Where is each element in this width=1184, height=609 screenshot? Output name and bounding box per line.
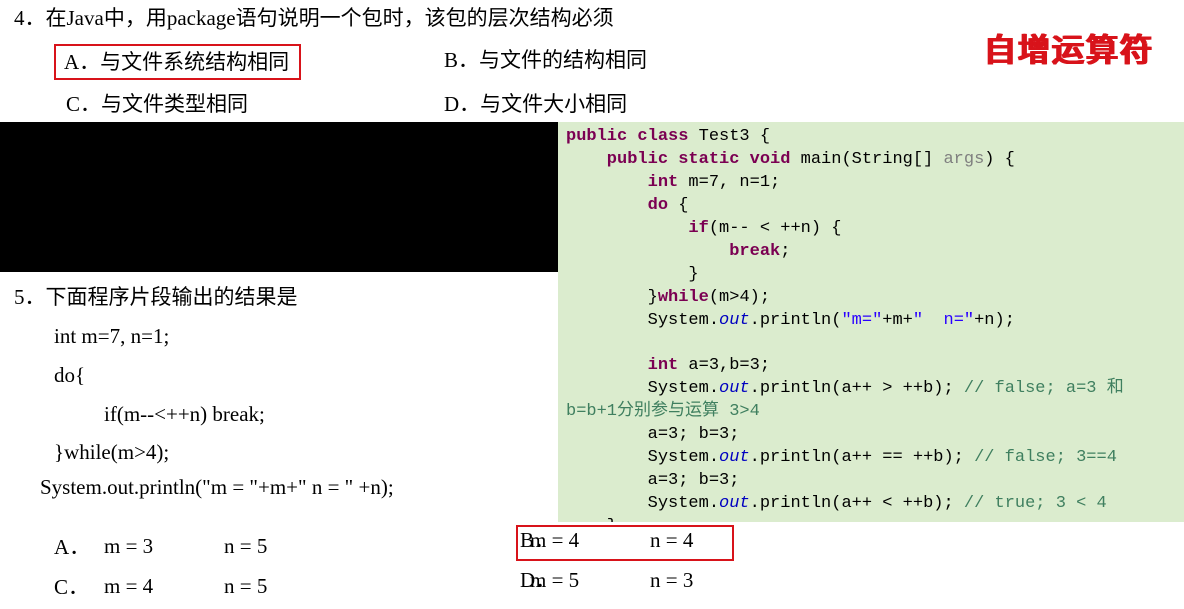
code-token: int xyxy=(566,356,678,375)
code-token: +m+ xyxy=(882,311,913,330)
code-token: a=3; b=3; xyxy=(566,425,739,444)
code-token: args xyxy=(943,150,984,169)
option-text: 与文件类型相同 xyxy=(101,92,248,116)
code-token: " n=" xyxy=(913,311,974,330)
q4-stem: 4．在Java中，用package语句说明一个包时，该包的层次结构必须 xyxy=(14,2,1174,36)
code-token: Test3 { xyxy=(688,127,770,146)
question-4: 4．在Java中，用package语句说明一个包时，该包的层次结构必须 A．与文… xyxy=(14,2,1174,126)
q5-option-a[interactable]: A． m = 3 n = 5 xyxy=(14,526,414,566)
code-token: { xyxy=(668,196,688,215)
q5-code-println: System.out.println("m = "+m+" n = " +n); xyxy=(40,475,394,500)
redacted-band xyxy=(0,122,558,272)
code-token: ; xyxy=(780,242,790,261)
option-col2: n = 4 xyxy=(650,521,770,560)
code-token: System. xyxy=(566,379,719,398)
code-token: a=3; b=3; xyxy=(566,471,739,490)
code-token: m=7, n=1; xyxy=(678,173,780,192)
code-token: public static void xyxy=(566,150,790,169)
code-token: .println(a++ == ++b); xyxy=(750,448,974,467)
option-label: D． xyxy=(430,561,530,600)
question-5: 5．下面程序片段输出的结果是 int m=7, n=1; do{ if(m--<… xyxy=(14,278,554,472)
option-label: D． xyxy=(444,88,480,118)
code-token: // false; a=3 和 xyxy=(964,379,1124,398)
option-col2: n = 3 xyxy=(650,561,770,600)
option-label: C． xyxy=(14,571,104,601)
option-label: B． xyxy=(430,521,530,560)
code-token: out xyxy=(719,494,750,513)
code-token: while xyxy=(658,288,709,307)
q5-option-b[interactable]: B． m = 4 n = 4 xyxy=(430,520,990,560)
code-token: } xyxy=(566,265,699,284)
code-token: do xyxy=(566,196,668,215)
option-col2: n = 5 xyxy=(224,574,344,599)
code-token: // false; 3==4 xyxy=(974,448,1117,467)
code-token: .println( xyxy=(750,311,842,330)
option-text: 与文件的结构相同 xyxy=(479,48,647,72)
q5-option-c[interactable]: C． m = 4 n = 5 xyxy=(14,566,414,606)
option-label: A． xyxy=(14,531,104,561)
option-label: A． xyxy=(64,46,100,76)
q4-number: 4． xyxy=(14,6,46,30)
code-token: out xyxy=(719,379,750,398)
q4-option-d[interactable]: D．与文件大小相同 xyxy=(444,88,874,118)
code-token: a=3,b=3; xyxy=(678,356,770,375)
code-token: break xyxy=(566,242,780,261)
q5-options-right: B． m = 4 n = 4 D． m = 5 n = 3 xyxy=(430,520,990,600)
code-token: if xyxy=(566,219,709,238)
code-token: System. xyxy=(566,448,719,467)
code-token: (m>4); xyxy=(709,288,770,307)
code-token: "m=" xyxy=(841,311,882,330)
q5-options-left: A． m = 3 n = 5 C． m = 4 n = 5 xyxy=(14,526,414,606)
q4-option-a[interactable]: A．与文件系统结构相同 xyxy=(54,44,301,80)
option-col1: m = 4 xyxy=(104,574,224,599)
code-token: b=b+1分别参与运算 3>4 xyxy=(566,402,760,421)
q5-stem: 5．下面程序片段输出的结果是 xyxy=(14,278,554,317)
code-token: System. xyxy=(566,311,719,330)
q4-option-c[interactable]: C．与文件类型相同 xyxy=(14,88,444,118)
option-col1: m = 5 xyxy=(530,561,650,600)
q4-option-b[interactable]: B．与文件的结构相同 xyxy=(444,44,874,80)
q4-stem-text: 在Java中，用package语句说明一个包时，该包的层次结构必须 xyxy=(46,6,614,30)
q4-options: A．与文件系统结构相同 B．与文件的结构相同 C．与文件类型相同 D．与文件大小… xyxy=(14,44,1174,118)
code-token: (m-- < ++n) { xyxy=(709,219,842,238)
option-text: 与文件大小相同 xyxy=(480,92,627,116)
code-token: .println(a++ > ++b); xyxy=(750,379,964,398)
code-token: ) { xyxy=(984,150,1015,169)
q5-stem-text: 下面程序片段输出的结果是 xyxy=(46,285,298,309)
code-token: .println(a++ < ++b); xyxy=(750,494,964,513)
code-token: out xyxy=(719,311,750,330)
option-col1: m = 4 xyxy=(530,521,650,560)
q5-code-line: if(m--<++n) break; xyxy=(14,395,554,434)
q5-number: 5． xyxy=(14,285,46,309)
option-label: B． xyxy=(444,44,479,74)
option-col1: m = 3 xyxy=(104,534,224,559)
q5-code-line: }while(m>4); xyxy=(14,433,554,472)
option-text: 与文件系统结构相同 xyxy=(100,50,289,74)
code-token: // true; 3 < 4 xyxy=(964,494,1107,513)
code-token: out xyxy=(719,448,750,467)
code-token: System. xyxy=(566,494,719,513)
code-panel: public class Test3 { public static void … xyxy=(558,122,1184,522)
code-token: +n); xyxy=(974,311,1015,330)
q5-code-line: do{ xyxy=(14,356,554,395)
q5-code-line: int m=7, n=1; xyxy=(14,317,554,356)
code-token: } xyxy=(566,288,658,307)
code-token: main(String[] xyxy=(790,150,943,169)
q5-option-d[interactable]: D． m = 5 n = 3 xyxy=(430,560,990,600)
option-col2: n = 5 xyxy=(224,534,344,559)
code-token: int xyxy=(566,173,678,192)
code-token: public class xyxy=(566,127,688,146)
option-label: C． xyxy=(66,88,101,118)
